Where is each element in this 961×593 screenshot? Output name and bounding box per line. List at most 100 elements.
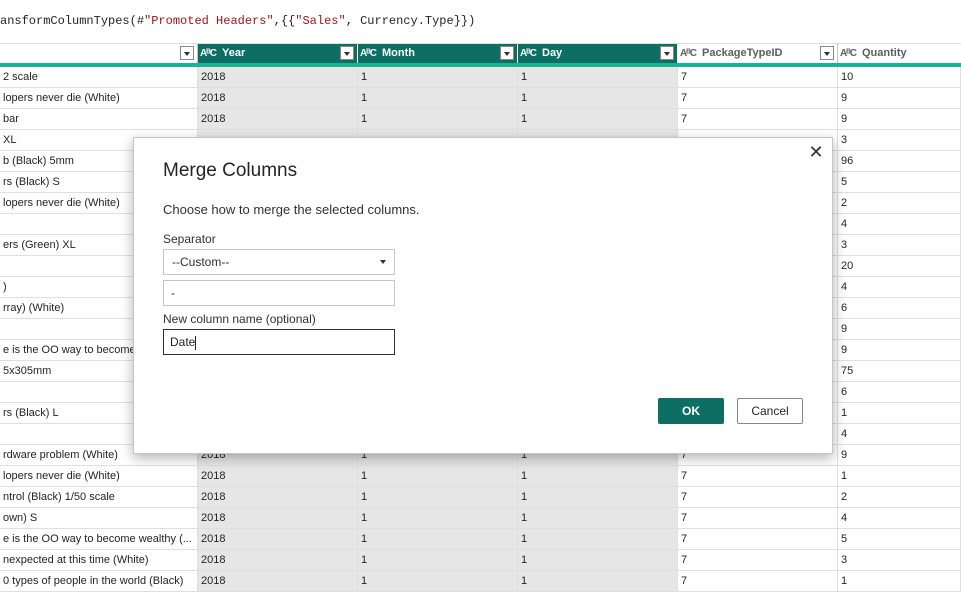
cell-pkg[interactable]: 7 <box>678 571 838 591</box>
cell-qty[interactable]: 20 <box>838 256 961 276</box>
cell-day[interactable]: 1 <box>518 67 678 87</box>
cell-qty[interactable]: 5 <box>838 529 961 549</box>
new-column-name-input[interactable]: Date <box>163 329 395 355</box>
ok-button[interactable]: OK <box>658 398 724 424</box>
cell-qty[interactable]: 6 <box>838 298 961 318</box>
cell-qty[interactable]: 3 <box>838 130 961 150</box>
custom-separator-input[interactable]: - <box>163 280 395 306</box>
cell-month[interactable]: 1 <box>358 550 518 570</box>
cell-qty[interactable]: 96 <box>838 151 961 171</box>
cell-year[interactable]: 2018 <box>198 109 358 129</box>
cell-qty[interactable]: 2 <box>838 193 961 213</box>
table-row[interactable]: lopers never die (White) 2018 1 1 7 9 <box>0 88 961 109</box>
cell-qty[interactable]: 1 <box>838 466 961 486</box>
cell-qty[interactable]: 2 <box>838 487 961 507</box>
column-header-packagetypeid[interactable]: AᴮC PackageTypeID <box>678 44 838 63</box>
table-row[interactable]: bar 2018 1 1 7 9 <box>0 109 961 130</box>
column-header-year[interactable]: AᴮC Year <box>198 44 358 63</box>
cell-year[interactable]: 2018 <box>198 550 358 570</box>
filter-dropdown-icon[interactable] <box>180 46 194 60</box>
text-type-icon[interactable]: AᴮC <box>520 45 537 62</box>
cell-qty[interactable]: 3 <box>838 235 961 255</box>
text-type-icon[interactable]: AᴮC <box>680 45 697 62</box>
cell-month[interactable]: 1 <box>358 508 518 528</box>
cell-month[interactable]: 1 <box>358 67 518 87</box>
cell-year[interactable]: 2018 <box>198 571 358 591</box>
cell-pkg[interactable]: 7 <box>678 466 838 486</box>
cell-year[interactable]: 2018 <box>198 529 358 549</box>
cell-desc[interactable]: own) S <box>0 508 198 528</box>
cell-qty[interactable]: 4 <box>838 424 961 444</box>
cell-day[interactable]: 1 <box>518 88 678 108</box>
text-type-icon[interactable]: AᴮC <box>360 45 377 62</box>
cell-qty[interactable]: 75 <box>838 361 961 381</box>
formula-bar[interactable]: ansformColumnTypes(#"Promoted Headers",{… <box>0 0 961 44</box>
text-type-icon[interactable]: AᴮC <box>840 45 857 62</box>
cell-year[interactable]: 2018 <box>198 67 358 87</box>
column-header-quantity[interactable]: AᴮC Quantity <box>838 44 961 63</box>
column-header-month[interactable]: AᴮC Month <box>358 44 518 63</box>
cell-desc[interactable]: e is the OO way to become wealthy (... <box>0 529 198 549</box>
table-row[interactable]: lopers never die (White) 2018 1 1 7 1 <box>0 466 961 487</box>
cell-pkg[interactable]: 7 <box>678 487 838 507</box>
cell-qty[interactable]: 1 <box>838 571 961 591</box>
text-type-icon[interactable]: AᴮC <box>200 45 217 62</box>
cell-year[interactable]: 2018 <box>198 487 358 507</box>
cell-year[interactable]: 2018 <box>198 88 358 108</box>
cell-qty[interactable]: 6 <box>838 382 961 402</box>
table-row[interactable]: 0 types of people in the world (Black) 20… <box>0 571 961 592</box>
table-row[interactable]: own) S 2018 1 1 7 4 <box>0 508 961 529</box>
column-header-day[interactable]: AᴮC Day <box>518 44 678 63</box>
cell-day[interactable]: 1 <box>518 571 678 591</box>
cell-qty[interactable]: 9 <box>838 445 961 465</box>
table-row[interactable]: 2 scale 2018 1 1 7 10 <box>0 67 961 88</box>
cell-day[interactable]: 1 <box>518 109 678 129</box>
cell-desc[interactable]: 2 scale <box>0 67 198 87</box>
table-row[interactable]: nexpected at this time (White) 2018 1 1 7 3 <box>0 550 961 571</box>
cell-day[interactable]: 1 <box>518 508 678 528</box>
cell-qty[interactable]: 4 <box>838 277 961 297</box>
cell-qty[interactable]: 10 <box>838 67 961 87</box>
cell-desc[interactable]: 0 types of people in the world (Black) <box>0 571 198 591</box>
cell-month[interactable]: 1 <box>358 529 518 549</box>
cell-month[interactable]: 1 <box>358 88 518 108</box>
cell-day[interactable]: 1 <box>518 466 678 486</box>
cell-pkg[interactable]: 7 <box>678 529 838 549</box>
column-header-description[interactable] <box>0 44 198 63</box>
cell-qty[interactable]: 9 <box>838 319 961 339</box>
cell-pkg[interactable]: 7 <box>678 67 838 87</box>
filter-dropdown-icon[interactable] <box>340 46 354 60</box>
cell-qty[interactable]: 4 <box>838 214 961 234</box>
cancel-button[interactable]: Cancel <box>737 398 803 424</box>
cell-qty[interactable]: 5 <box>838 172 961 192</box>
cell-desc[interactable]: nexpected at this time (White) <box>0 550 198 570</box>
cell-qty[interactable]: 9 <box>838 88 961 108</box>
filter-dropdown-icon[interactable] <box>820 46 834 60</box>
cell-qty[interactable]: 3 <box>838 550 961 570</box>
cell-month[interactable]: 1 <box>358 109 518 129</box>
cell-desc[interactable]: bar <box>0 109 198 129</box>
cell-qty[interactable]: 9 <box>838 340 961 360</box>
cell-year[interactable]: 2018 <box>198 466 358 486</box>
cell-pkg[interactable]: 7 <box>678 88 838 108</box>
cell-day[interactable]: 1 <box>518 550 678 570</box>
cell-month[interactable]: 1 <box>358 466 518 486</box>
cell-qty[interactable]: 1 <box>838 403 961 423</box>
filter-dropdown-icon[interactable] <box>500 46 514 60</box>
cell-desc[interactable]: ntrol (Black) 1/50 scale <box>0 487 198 507</box>
cell-desc[interactable]: lopers never die (White) <box>0 466 198 486</box>
cell-day[interactable]: 1 <box>518 529 678 549</box>
cell-pkg[interactable]: 7 <box>678 550 838 570</box>
cell-month[interactable]: 1 <box>358 487 518 507</box>
cell-pkg[interactable]: 7 <box>678 109 838 129</box>
cell-month[interactable]: 1 <box>358 571 518 591</box>
cell-pkg[interactable]: 7 <box>678 508 838 528</box>
filter-dropdown-icon[interactable] <box>660 46 674 60</box>
table-row[interactable]: ntrol (Black) 1/50 scale 2018 1 1 7 2 <box>0 487 961 508</box>
close-icon[interactable]: ✕ <box>808 143 824 161</box>
cell-qty[interactable]: 4 <box>838 508 961 528</box>
cell-year[interactable]: 2018 <box>198 508 358 528</box>
formula-text[interactable]: ansformColumnTypes(#"Promoted Headers",{… <box>0 14 475 28</box>
cell-desc[interactable]: lopers never die (White) <box>0 88 198 108</box>
table-row[interactable]: e is the OO way to become wealthy (... 20… <box>0 529 961 550</box>
